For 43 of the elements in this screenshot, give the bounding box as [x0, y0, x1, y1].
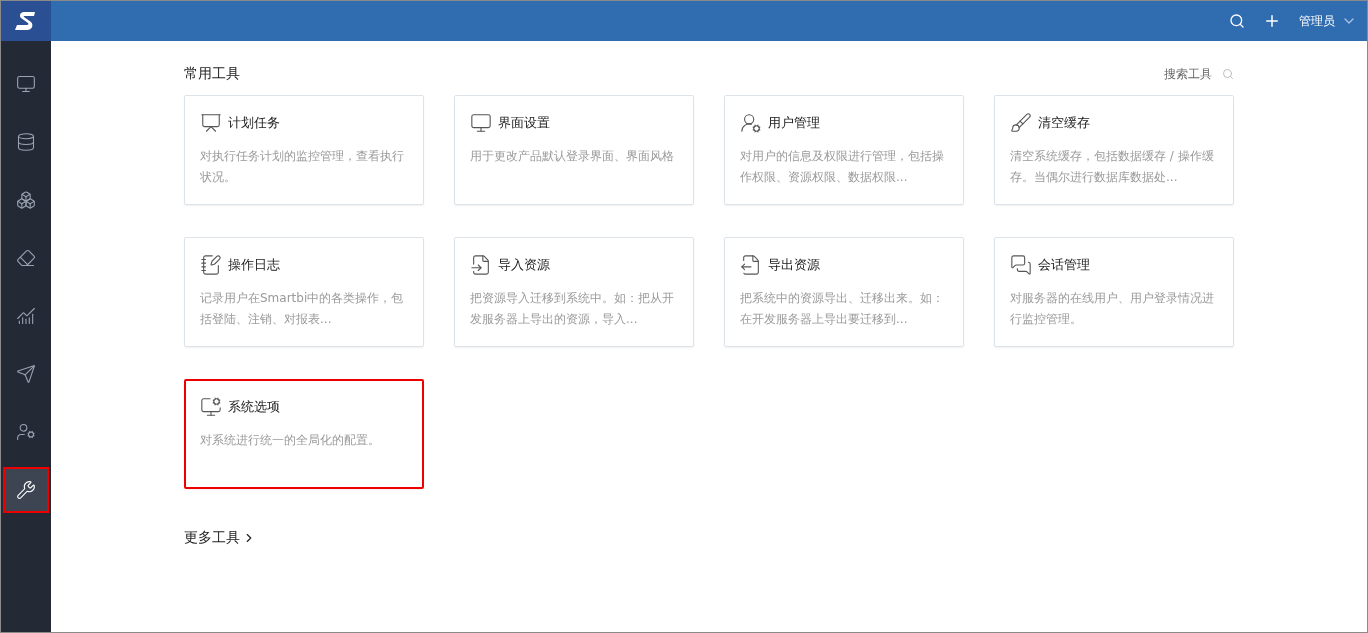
tool-title: 会话管理 [1038, 256, 1090, 274]
tool-title: 用户管理 [768, 114, 820, 132]
tool-title: 计划任务 [228, 114, 280, 132]
user-gear-icon [16, 422, 36, 442]
tool-title: 导入资源 [498, 256, 550, 274]
tool-title: 清空缓存 [1038, 114, 1090, 132]
tool-description: 把系统中的资源导出、迁移出来。如：在开发服务器上导出要迁移到... [740, 290, 945, 328]
tool-title: 导出资源 [768, 256, 820, 274]
tool-card[interactable]: 导出资源 把系统中的资源导出、迁移出来。如：在开发服务器上导出要迁移到... [724, 237, 964, 347]
tool-card[interactable]: 用户管理 对用户的信息及权限进行管理，包括操作权限、资源权限、数据权限... [724, 95, 964, 205]
tool-card[interactable]: 计划任务 对执行任务计划的监控管理，查看执行状况。 [184, 95, 424, 205]
eraser-icon [16, 248, 36, 268]
tool-description: 对系统进行统一的全局化的配置。 [200, 432, 381, 449]
tool-title: 操作日志 [228, 256, 280, 274]
tool-description: 对用户的信息及权限进行管理，包括操作权限、资源权限、数据权限... [740, 148, 945, 186]
tool-card[interactable]: 导入资源 把资源导入迁移到系统中。如：把从开发服务器上导出的资源，导入... [454, 237, 694, 347]
user-menu[interactable]: 管理员 [1299, 12, 1357, 30]
section-title: 常用工具 [184, 65, 240, 83]
search-icon[interactable] [1229, 13, 1245, 29]
tool-card[interactable]: 清空缓存 清空系统缓存，包括数据缓存 / 操作缓存。当偶尔进行数据库数据处... [994, 95, 1234, 205]
tool-description: 对执行任务计划的监控管理，查看执行状况。 [200, 148, 405, 186]
sidebar-item[interactable] [3, 467, 49, 513]
tool-description: 清空系统缓存，包括数据缓存 / 操作缓存。当偶尔进行数据库数据处... [1010, 148, 1215, 186]
tool-description: 把资源导入迁移到系统中。如：把从开发服务器上导出的资源，导入... [470, 290, 675, 328]
wrench-icon [16, 480, 36, 500]
tool-card[interactable]: 界面设置 用于更改产品默认登录界面、界面风格 [454, 95, 694, 205]
tool-title: 界面设置 [498, 114, 550, 132]
plus-icon[interactable] [1263, 12, 1281, 30]
more-tools-link[interactable]: 更多工具 [184, 529, 256, 547]
database-icon [16, 132, 36, 152]
tool-card[interactable]: 会话管理 对服务器的在线用户、用户登录情况进行监控管理。 [994, 237, 1234, 347]
tool-description: 记录用户在Smartbi中的各类操作，包括登陆、注销、对报表... [200, 290, 405, 328]
tool-title: 系统选项 [228, 398, 280, 416]
tool-card[interactable]: 操作日志 记录用户在Smartbi中的各类操作，包括登陆、注销、对报表... [184, 237, 424, 347]
monitor-icon [16, 74, 36, 94]
tool-description: 用于更改产品默认登录界面、界面风格 [470, 148, 675, 165]
tool-card[interactable]: 系统选项 对系统进行统一的全局化的配置。 [184, 379, 424, 489]
search-tools-field[interactable]: 搜索工具 [1164, 65, 1234, 83]
chart-icon [16, 306, 36, 326]
tool-description: 对服务器的在线用户、用户登录情况进行监控管理。 [1010, 290, 1215, 328]
search-icon [1222, 68, 1234, 80]
paper-plane-icon [16, 364, 36, 384]
boxes-icon [16, 190, 36, 210]
